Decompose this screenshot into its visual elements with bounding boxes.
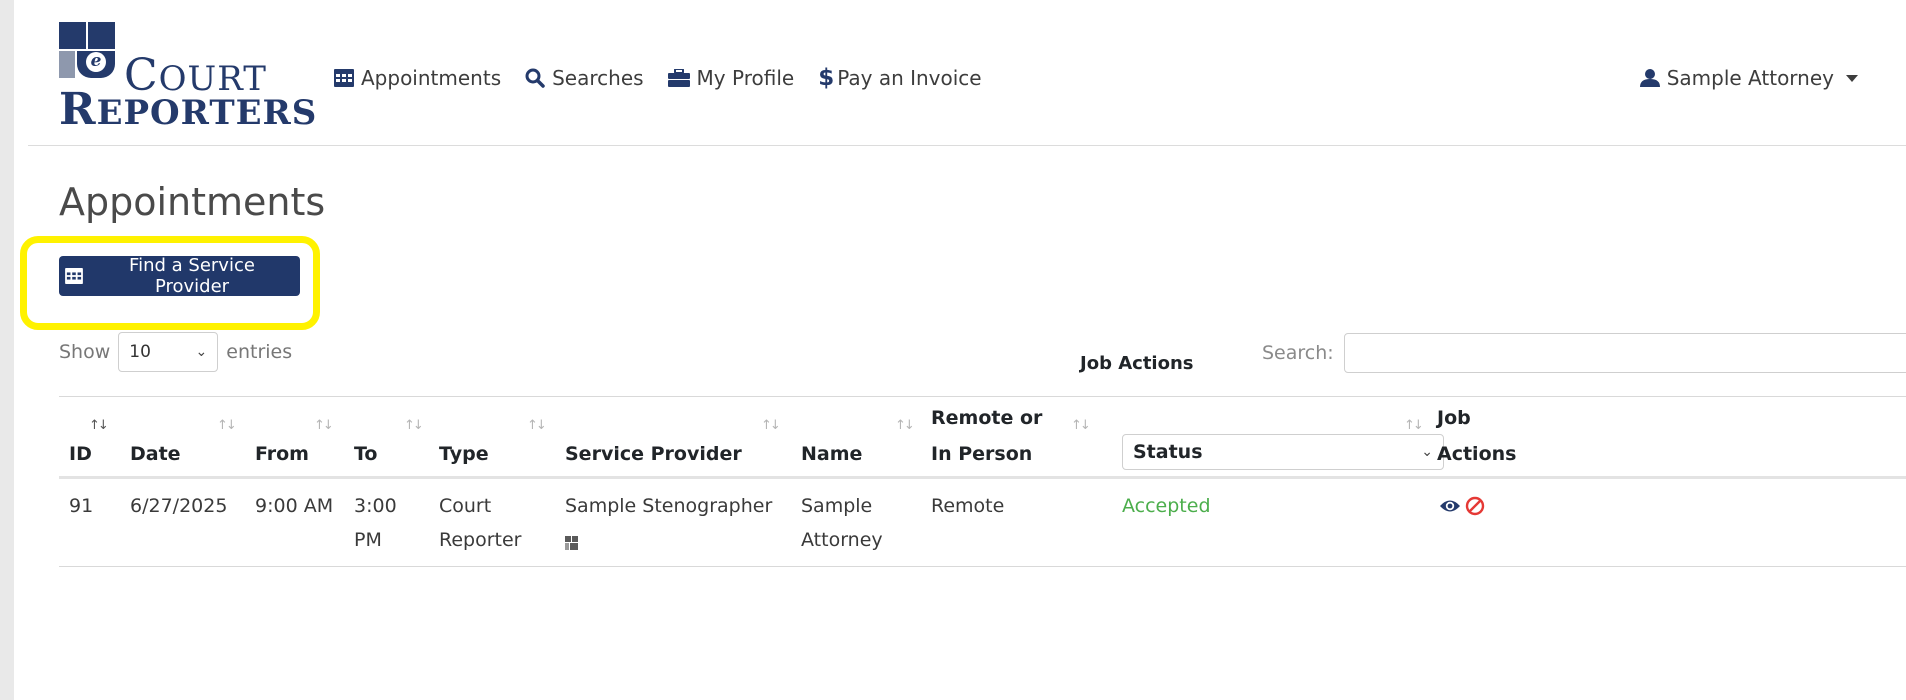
sort-name-icon[interactable]: ↑↓	[895, 418, 915, 433]
header-remote-line1[interactable]: Remote or	[931, 400, 1042, 436]
chevron-down-icon: ⌄	[195, 344, 208, 360]
user-menu[interactable]: Sample Attorney	[1639, 60, 1858, 96]
chevron-down-icon: ⌄	[1421, 444, 1433, 460]
header-actions-line1: Job	[1437, 407, 1471, 429]
status-filter-select[interactable]: Status ⌄	[1122, 434, 1444, 470]
nav-searches-label: Searches	[552, 66, 644, 90]
search-control: Search:	[1262, 333, 1906, 373]
user-name: Sample Attorney	[1666, 66, 1834, 90]
sort-from-icon[interactable]: ↑↓	[314, 418, 334, 433]
nav-my-profile-label: My Profile	[696, 66, 795, 90]
calendar-icon	[334, 69, 354, 87]
header-date[interactable]: Date	[130, 436, 181, 472]
nav-pay-invoice-label: Pay an Invoice	[837, 66, 982, 90]
main-nav: Appointments Searches My Profile $ Pay a…	[334, 60, 1006, 96]
dollar-icon: $	[818, 65, 835, 91]
nav-my-profile[interactable]: My Profile	[667, 66, 795, 90]
search-label: Search:	[1262, 342, 1334, 364]
header-service-provider[interactable]: Service Provider	[565, 436, 742, 472]
header-to[interactable]: To	[354, 436, 378, 472]
page-title: Appointments	[59, 180, 326, 224]
find-service-provider-button[interactable]: Find a Service Provider	[59, 255, 300, 297]
row-bottom-rule	[59, 566, 1906, 567]
nav-pay-invoice[interactable]: $ Pay an Invoice	[818, 65, 981, 91]
sort-remote-icon[interactable]: ↑↓	[1071, 418, 1091, 433]
logo-letter: e	[86, 52, 106, 72]
briefcase-icon	[667, 69, 690, 87]
calendar-icon	[65, 268, 83, 284]
entries-select-value: 10	[129, 342, 151, 362]
sort-service-provider-icon[interactable]: ↑↓	[761, 418, 781, 433]
cell-name-line2: Attorney	[801, 529, 883, 551]
show-label: Show	[59, 341, 111, 363]
search-icon	[525, 68, 545, 88]
header-divider	[28, 145, 1906, 146]
header-name[interactable]: Name	[801, 436, 862, 472]
nav-searches[interactable]: Searches	[525, 66, 644, 90]
header-id[interactable]: ID	[69, 436, 92, 472]
status-badge: Accepted	[1122, 495, 1211, 517]
header-bottom-rule	[59, 476, 1906, 479]
eye-icon[interactable]	[1439, 498, 1461, 514]
site-logo[interactable]: e COURT REPORTERS	[59, 22, 319, 135]
header-remote-line2[interactable]: In Person	[931, 436, 1032, 472]
cell-type-line2: Reporter	[439, 529, 522, 551]
provider-logo-icon	[565, 530, 579, 562]
cell-name-line1: Sample	[801, 495, 873, 517]
header-type[interactable]: Type	[439, 436, 489, 472]
row-actions	[1439, 496, 1489, 516]
logo-line-2: REPORTERS	[59, 84, 318, 135]
ban-icon[interactable]	[1465, 496, 1485, 516]
caret-down-icon	[1846, 74, 1858, 82]
cell-to-line2: PM	[354, 529, 382, 551]
cell-type-line1: Court	[439, 495, 492, 517]
sort-status-icon[interactable]: ↑↓	[1404, 418, 1424, 433]
cell-remote: Remote	[931, 495, 1005, 517]
entries-select[interactable]: 10 ⌄	[118, 332, 219, 372]
user-icon	[1639, 69, 1660, 87]
cell-id: 91	[69, 495, 94, 517]
cell-to-line1: 3:00	[354, 495, 397, 517]
entries-length-control: Show 10 ⌄ entries	[59, 331, 292, 373]
sort-date-icon[interactable]: ↑↓	[217, 418, 237, 433]
logo-mark: e	[59, 22, 115, 78]
sort-id-icon[interactable]: ↑↓	[89, 418, 109, 433]
header-actions-line2: Actions	[1437, 443, 1517, 465]
job-actions-label: Job Actions	[1080, 353, 1194, 374]
cell-from: 9:00 AM	[255, 495, 334, 517]
search-input[interactable]	[1343, 333, 1906, 373]
sort-type-icon[interactable]: ↑↓	[527, 418, 547, 433]
page: e COURT REPORTERS Appointments Searches …	[14, 0, 1906, 700]
nav-appointments[interactable]: Appointments	[334, 66, 501, 90]
nav-appointments-label: Appointments	[361, 66, 502, 90]
header-from[interactable]: From	[255, 436, 309, 472]
entries-label: entries	[226, 341, 293, 363]
sort-to-icon[interactable]: ↑↓	[404, 418, 424, 433]
cell-service-provider: Sample Stenographer	[565, 495, 773, 517]
find-service-provider-label: Find a Service Provider	[129, 255, 255, 297]
table-top-rule	[59, 396, 1906, 397]
status-filter-value: Status	[1133, 441, 1203, 463]
cell-date: 6/27/2025	[130, 495, 228, 517]
